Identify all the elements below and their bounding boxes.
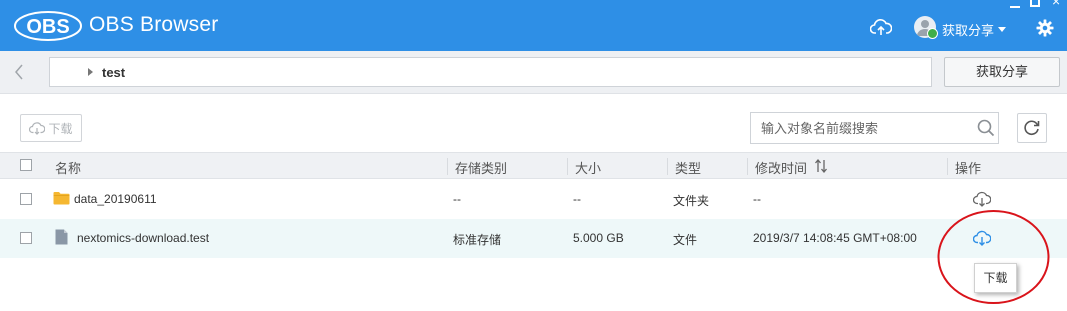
download-button-label: 下载 [48, 121, 73, 136]
get-share-button[interactable]: 获取分享 [944, 57, 1060, 87]
column-divider[interactable] [747, 158, 748, 175]
cloud-upload-icon[interactable] [870, 18, 892, 36]
user-menu[interactable]: 获取分享 [942, 20, 1007, 39]
column-header-storage-class[interactable]: 存储类别 [455, 158, 507, 177]
column-divider[interactable] [447, 158, 448, 175]
column-divider[interactable] [667, 158, 668, 175]
row-type: 文件 [673, 233, 698, 247]
search-icon[interactable] [977, 119, 995, 137]
path-breadcrumb[interactable]: test [49, 57, 932, 87]
title-bar: OBS OBS Browser 获取分享 × [0, 0, 1067, 51]
row-name[interactable]: nextomics-download.test [77, 231, 209, 245]
online-status-badge [927, 28, 938, 39]
folder-icon [53, 192, 70, 205]
row-name[interactable]: data_20190611 [74, 192, 157, 206]
minimize-button[interactable] [1010, 0, 1020, 8]
row-modified: 2019/3/7 14:08:45 GMT+08:00 [753, 231, 917, 245]
column-divider[interactable] [567, 158, 568, 175]
refresh-button[interactable] [1017, 113, 1047, 143]
column-header-modified[interactable]: 修改时间 [755, 158, 807, 177]
column-header-name[interactable]: 名称 [55, 158, 81, 177]
row-checkbox[interactable] [20, 232, 32, 244]
chevron-down-icon [998, 27, 1007, 32]
row-modified: -- [753, 192, 761, 206]
cloud-download-icon[interactable] [973, 191, 991, 207]
row-size: 5.000 GB [573, 231, 624, 245]
search-box [750, 112, 999, 144]
address-bar: test 获取分享 [0, 51, 1067, 94]
column-header-type[interactable]: 类型 [675, 158, 701, 177]
row-storage-class: -- [453, 192, 461, 206]
table-row[interactable]: data_20190611 -- -- 文件夹 -- [0, 180, 1067, 219]
column-header-size[interactable]: 大小 [575, 158, 601, 177]
refresh-icon [1024, 120, 1040, 136]
cloud-download-icon [29, 121, 46, 135]
download-tooltip: 下载 [974, 263, 1017, 293]
column-header-actions: 操作 [955, 161, 982, 176]
gear-icon[interactable] [1036, 19, 1054, 37]
file-icon [55, 229, 68, 245]
table-row[interactable]: nextomics-download.test 标准存储 5.000 GB 文件… [0, 219, 1067, 258]
maximize-button[interactable] [1030, 0, 1040, 7]
table-header: 名称 存储类别 大小 类型 修改时间 操作 [0, 152, 1067, 179]
chevron-left-icon [15, 64, 23, 80]
column-divider[interactable] [947, 158, 948, 175]
sort-icon[interactable] [815, 159, 827, 173]
user-menu-label: 获取分享 [942, 23, 995, 38]
caret-right-icon [88, 68, 93, 76]
row-checkbox[interactable] [20, 193, 32, 205]
cloud-download-icon[interactable] [973, 230, 991, 246]
download-button[interactable]: 下载 [20, 114, 82, 142]
obs-logo: OBS [14, 11, 82, 41]
select-all-checkbox[interactable] [20, 159, 32, 171]
close-icon[interactable]: × [1052, 0, 1060, 8]
row-type: 文件夹 [673, 194, 710, 208]
logo-text: OBS [26, 16, 69, 38]
back-button[interactable] [14, 62, 30, 82]
row-size: -- [573, 192, 581, 206]
breadcrumb-current[interactable]: test [102, 65, 125, 80]
row-storage-class: 标准存储 [453, 233, 502, 247]
search-input[interactable] [751, 113, 966, 143]
app-title: OBS Browser [89, 13, 219, 36]
